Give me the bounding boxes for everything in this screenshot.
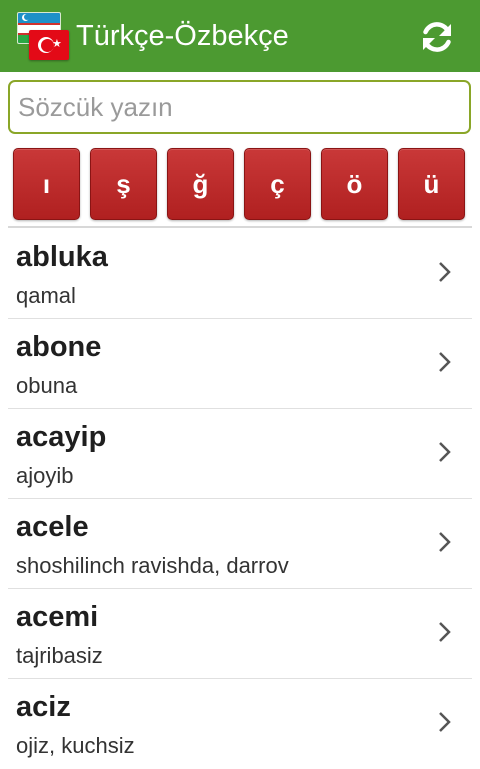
list-item[interactable]: acayip ajoyib: [8, 409, 472, 499]
letter-key-o-umlaut[interactable]: ö: [321, 148, 388, 220]
entry-word: abone: [16, 331, 102, 363]
app-bar: ★ Türkçe-Özbekçe: [0, 0, 480, 72]
entry-word: acayip: [16, 421, 107, 453]
divider: [8, 226, 472, 228]
chevron-right-icon: [439, 622, 451, 642]
list-item[interactable]: acemi tajribasiz: [8, 589, 472, 679]
refresh-button[interactable]: [414, 14, 460, 60]
chevron-right-icon: [439, 442, 451, 462]
chevron-right-icon: [439, 352, 451, 372]
entry-word: aciz: [16, 691, 71, 723]
entry-meaning: obuna: [16, 373, 78, 398]
list-item[interactable]: abluka qamal: [8, 229, 472, 319]
turkey-flag-icon: ★: [29, 30, 69, 60]
chevron-right-icon: [439, 262, 451, 282]
list-item[interactable]: aciz ojiz, kuchsiz: [8, 679, 472, 769]
letter-key-s-cedilla[interactable]: ş: [90, 148, 157, 220]
chevron-right-icon: [439, 712, 451, 732]
entry-word: abluka: [16, 241, 108, 273]
entry-word: acele: [16, 511, 89, 543]
letter-key-c-cedilla[interactable]: ç: [244, 148, 311, 220]
uzbekistan-turkey-flags-icon: ★: [17, 12, 69, 60]
entry-meaning: ajoyib: [16, 463, 74, 488]
refresh-icon: [423, 22, 451, 52]
word-list[interactable]: abluka qamal abone obuna acayip ajoyib a…: [0, 229, 480, 769]
list-item[interactable]: abone obuna: [8, 319, 472, 409]
chevron-right-icon: [439, 532, 451, 552]
entry-meaning: tajribasiz: [16, 643, 103, 668]
entry-meaning: ojiz, kuchsiz: [16, 733, 135, 758]
list-item[interactable]: acele shoshilinch ravishda, darrov: [8, 499, 472, 589]
entry-word: acemi: [16, 601, 99, 633]
entry-meaning: qamal: [16, 283, 76, 308]
letter-key-g-breve[interactable]: ğ: [167, 148, 234, 220]
entry-meaning: shoshilinch ravishda, darrov: [16, 553, 289, 578]
search-input[interactable]: [8, 80, 471, 134]
letter-key-u-umlaut[interactable]: ü: [398, 148, 465, 220]
letter-key-dotless-i[interactable]: ı: [13, 148, 80, 220]
app-title: Türkçe-Özbekçe: [76, 20, 289, 52]
